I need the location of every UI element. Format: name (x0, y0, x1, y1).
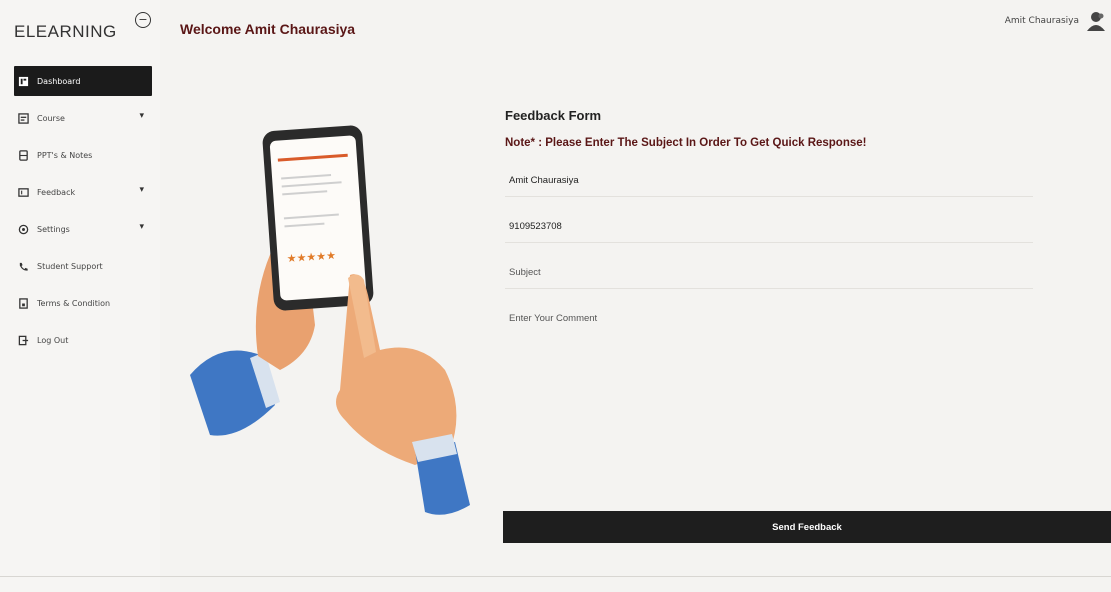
phone-icon (17, 260, 29, 272)
sidebar-item-label: Settings (37, 224, 70, 234)
feedback-illustration: ★★★★★ (180, 120, 480, 520)
chevron-down-icon: ▾ (139, 111, 144, 121)
sidebar-nav: Dashboard Course ▾ PPT's & Notes Feedbac… (14, 66, 152, 366)
sidebar-item-label: Student Support (37, 261, 103, 271)
sidebar-item-label: Dashboard (37, 76, 81, 86)
sidebar-item-logout[interactable]: Log Out (14, 329, 152, 351)
sidebar-item-settings[interactable]: Settings ▾ (14, 218, 152, 240)
sidebar-item-label: Terms & Condition (37, 298, 111, 308)
send-feedback-button[interactable]: Send Feedback (503, 511, 1111, 543)
sidebar-item-label: Log Out (37, 335, 69, 345)
sidebar-item-student-support[interactable]: Student Support (14, 255, 152, 277)
divider (0, 576, 1111, 577)
sidebar-item-terms[interactable]: Terms & Condition (14, 292, 152, 314)
settings-icon (17, 223, 29, 235)
hand-phone-image: ★★★★★ (190, 125, 470, 515)
document-icon (17, 297, 29, 309)
sidebar-item-feedback[interactable]: Feedback ▾ (14, 181, 152, 203)
subject-input[interactable] (505, 263, 1033, 289)
sidebar: ELEARNING − Dashboard Course ▾ PPT's & N… (0, 0, 160, 592)
sidebar-item-dashboard[interactable]: Dashboard (14, 66, 152, 96)
course-icon (17, 112, 29, 124)
sidebar-item-label: Feedback (37, 187, 76, 197)
sidebar-item-course[interactable]: Course ▾ (14, 107, 152, 129)
sidebar-item-ppts-notes[interactable]: PPT's & Notes (14, 144, 152, 166)
form-note: Note* : Please Enter The Subject In Orde… (505, 137, 867, 149)
name-field[interactable] (505, 171, 1033, 197)
sidebar-item-label: Course (37, 113, 65, 123)
phone-field[interactable] (505, 217, 1033, 243)
user-menu[interactable]: Amit Chaurasiya (1005, 10, 1107, 32)
feedback-icon (17, 186, 29, 198)
avatar[interactable] (1085, 10, 1107, 32)
chevron-down-icon: ▾ (139, 222, 144, 232)
brand-logo: ELEARNING (14, 22, 117, 41)
comment-textarea[interactable] (505, 309, 1033, 437)
sidebar-item-label: PPT's & Notes (37, 150, 93, 160)
notes-icon (17, 149, 29, 161)
page-title: Welcome Amit Chaurasiya (180, 21, 356, 37)
chevron-down-icon: ▾ (139, 185, 144, 195)
dashboard-icon (17, 75, 29, 87)
feedback-form: Feedback Form Note* : Please Enter The S… (505, 108, 1111, 437)
form-title: Feedback Form (505, 108, 602, 123)
logout-icon (17, 334, 29, 346)
user-name: Amit Chaurasiya (1004, 16, 1079, 26)
sidebar-toggle-icon[interactable]: − (135, 12, 151, 28)
